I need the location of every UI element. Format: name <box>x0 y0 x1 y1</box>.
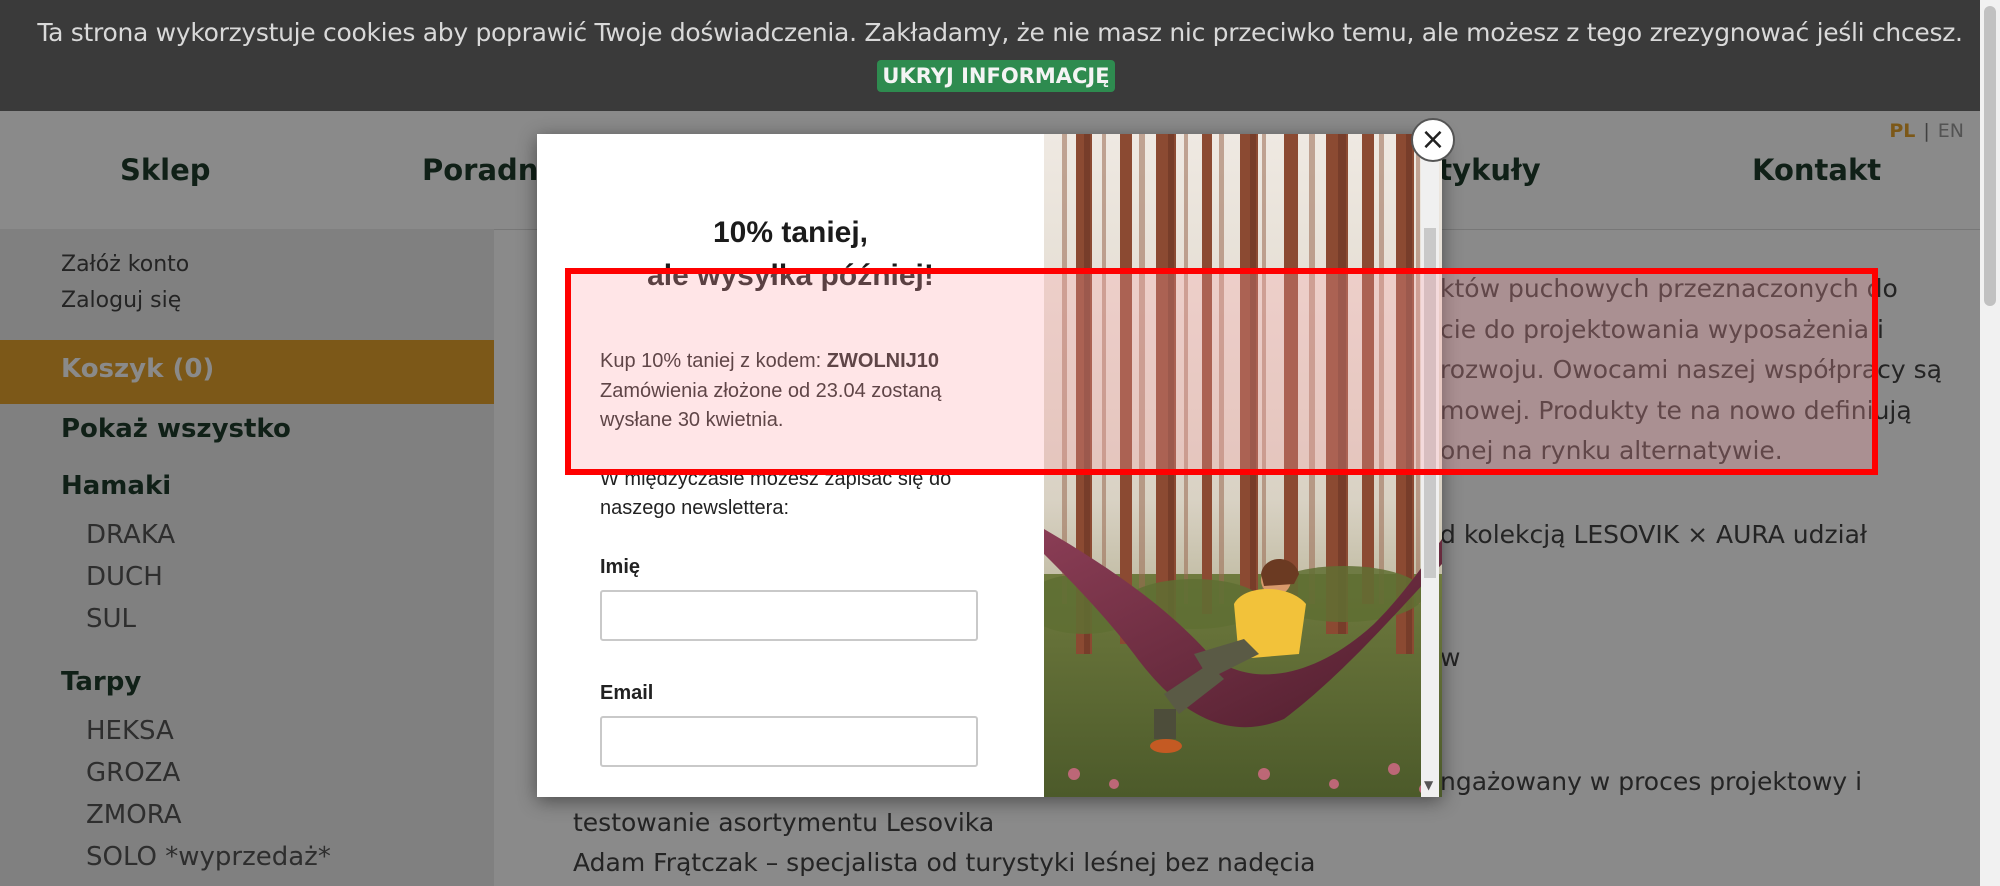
page-scrollbar-thumb[interactable] <box>1984 6 1996 306</box>
newsletter-line2: naszego newslettera: <box>600 497 790 519</box>
name-input[interactable] <box>600 590 978 641</box>
cookie-bar: Ta strona wykorzystuje cookies aby popra… <box>0 0 2000 111</box>
modal-title-line1: 10% taniej, <box>712 216 869 249</box>
scroll-down-arrow-icon[interactable]: ▼ <box>1424 778 1433 792</box>
hide-cookie-info-button[interactable]: UKRYJ INFORMACJĘ <box>877 60 1115 92</box>
cookie-text: Ta strona wykorzystuje cookies aby popra… <box>37 18 1963 47</box>
email-input[interactable] <box>600 716 978 767</box>
name-label: Imię <box>600 556 641 578</box>
highlight-box <box>565 268 1878 475</box>
email-label: Email <box>600 682 654 704</box>
close-modal-button[interactable]: × <box>1411 118 1455 162</box>
